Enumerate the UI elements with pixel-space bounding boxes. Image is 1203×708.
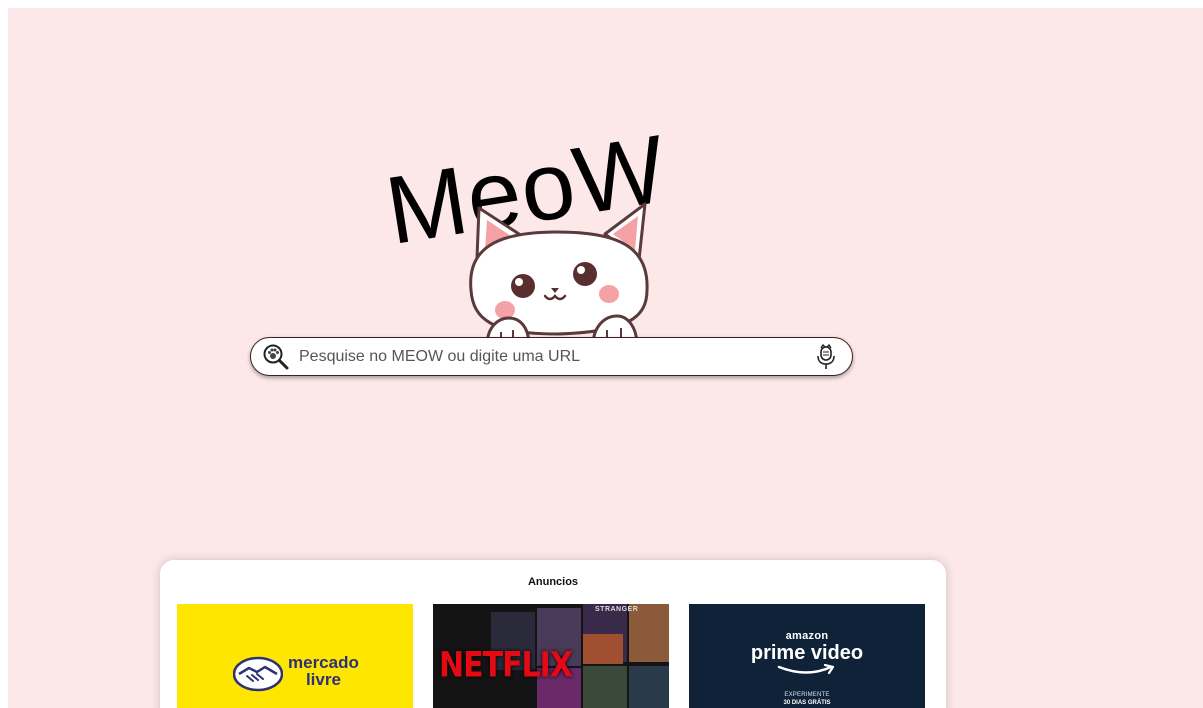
ad-mercado-livre[interactable]: mercado livre xyxy=(177,604,413,708)
cat-mascot xyxy=(467,202,657,348)
ads-card: Anuncios mercado livre STRANGER NETFLIX … xyxy=(160,560,946,708)
microphone-icon[interactable] xyxy=(815,343,837,370)
ads-title: Anuncios xyxy=(527,576,579,588)
pv-tagline: EXPERIMENTE xyxy=(784,692,830,698)
search-input[interactable] xyxy=(299,341,815,372)
page-background: MeoW Pesquise no MEOW ou digite uma URL … xyxy=(8,8,1203,708)
poster xyxy=(583,634,623,664)
ad-prime-video[interactable]: amazon prime video EXPERIMENTE 30 DIAS G… xyxy=(689,604,925,708)
handshake-icon xyxy=(233,656,283,692)
pv-amazon: amazon xyxy=(785,630,829,642)
netflix-logo: NETFLIX xyxy=(439,645,573,686)
magnifier-paw-icon[interactable] xyxy=(262,343,290,371)
ml-line2: livre xyxy=(305,670,341,689)
ad-netflix[interactable]: STRANGER NETFLIX xyxy=(433,604,669,708)
amazon-smile-icon xyxy=(777,664,835,675)
pv-offer: 30 DIAS GRÁTIS xyxy=(783,700,831,706)
meow-logo: MeoW xyxy=(379,115,713,348)
poster-title: STRANGER xyxy=(595,606,639,613)
search-bar[interactable] xyxy=(250,337,853,376)
pv-prime: prime video xyxy=(750,642,864,664)
ml-line1: mercado xyxy=(288,653,359,672)
mercado-livre-wordmark: mercado livre xyxy=(288,654,359,688)
mercado-livre-logo: mercado livre xyxy=(233,654,363,694)
poster xyxy=(583,666,627,708)
poster xyxy=(629,666,669,708)
